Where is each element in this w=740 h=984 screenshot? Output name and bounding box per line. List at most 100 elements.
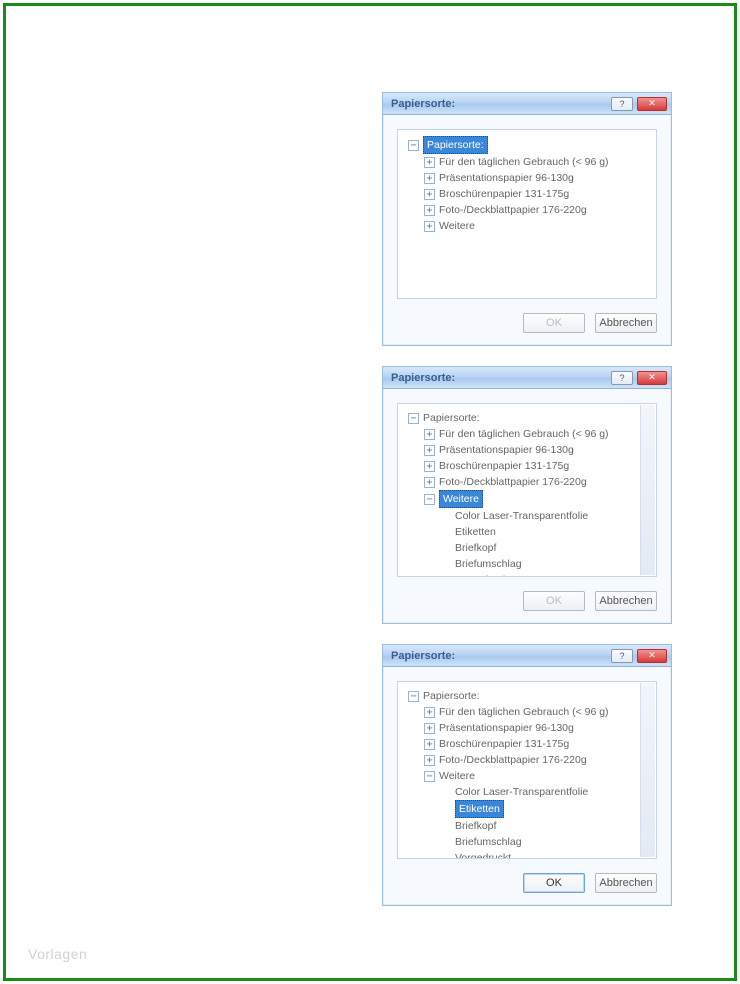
ok-button[interactable]: OK: [523, 591, 585, 611]
tree-node[interactable]: Weitere: [402, 768, 652, 784]
tree-node-label[interactable]: Color Laser-Transparentfolie: [455, 784, 588, 800]
tree-node-label[interactable]: Papiersorte:: [423, 410, 480, 426]
tree-node-label[interactable]: Broschürenpapier 131-175g: [439, 186, 569, 202]
titlebar[interactable]: Papiersorte: ? ✕: [383, 93, 671, 115]
tree-node-label[interactable]: Papiersorte:: [423, 136, 488, 154]
collapse-icon[interactable]: [424, 771, 435, 782]
tree-node[interactable]: Vorgedruckt: [402, 572, 652, 577]
tree-node-label[interactable]: Papiersorte:: [423, 688, 480, 704]
dialog-title: Papiersorte:: [391, 98, 607, 110]
cancel-button[interactable]: Abbrechen: [595, 313, 657, 333]
dialog-title: Papiersorte:: [391, 650, 607, 662]
tree-node[interactable]: Etiketten: [402, 524, 652, 540]
tree-node-label[interactable]: Etiketten: [455, 524, 496, 540]
tree-node[interactable]: Briefumschlag: [402, 834, 652, 850]
expand-icon[interactable]: [424, 205, 435, 216]
expand-icon[interactable]: [424, 173, 435, 184]
titlebar[interactable]: Papiersorte: ? ✕: [383, 367, 671, 389]
tree-node-label[interactable]: Präsentationspapier 96-130g: [439, 170, 574, 186]
collapse-icon[interactable]: [424, 494, 435, 505]
ok-button[interactable]: OK: [523, 313, 585, 333]
tree-node[interactable]: Für den täglichen Gebrauch (< 96 g): [402, 426, 652, 442]
expand-icon[interactable]: [424, 755, 435, 766]
tree-node-label[interactable]: Etiketten: [455, 800, 504, 818]
tree-node-label[interactable]: Foto-/Deckblattpapier 176-220g: [439, 474, 587, 490]
expand-icon[interactable]: [424, 739, 435, 750]
help-button[interactable]: ?: [611, 97, 633, 111]
close-button[interactable]: ✕: [637, 371, 667, 385]
expand-icon[interactable]: [424, 189, 435, 200]
expand-icon[interactable]: [424, 157, 435, 168]
tree-node[interactable]: Broschürenpapier 131-175g: [402, 186, 652, 202]
tree-node[interactable]: Weitere: [402, 218, 652, 234]
collapse-icon[interactable]: [408, 413, 419, 424]
tree-node[interactable]: Weitere: [402, 490, 652, 508]
tree-node[interactable]: Briefumschlag: [402, 556, 652, 572]
tree-node-label[interactable]: Foto-/Deckblattpapier 176-220g: [439, 202, 587, 218]
tree-node-label[interactable]: Für den täglichen Gebrauch (< 96 g): [439, 154, 609, 170]
tree-node-label[interactable]: Briefumschlag: [455, 556, 522, 572]
tree-node[interactable]: Color Laser-Transparentfolie: [402, 508, 652, 524]
tree-node-label[interactable]: Weitere: [439, 218, 475, 234]
tree-node-label[interactable]: Broschürenpapier 131-175g: [439, 736, 569, 752]
tree[interactable]: Papiersorte:Für den täglichen Gebrauch (…: [402, 410, 652, 577]
tree-node-label[interactable]: Vorgedruckt: [455, 572, 511, 577]
tree-node[interactable]: Broschürenpapier 131-175g: [402, 736, 652, 752]
expand-icon[interactable]: [424, 221, 435, 232]
tree-panel: Papiersorte:Für den täglichen Gebrauch (…: [397, 681, 657, 859]
expand-icon[interactable]: [424, 445, 435, 456]
tree-node[interactable]: Papiersorte:: [402, 688, 652, 704]
expand-icon[interactable]: [424, 723, 435, 734]
tree-node-label[interactable]: Weitere: [439, 490, 483, 508]
cancel-button[interactable]: Abbrechen: [595, 591, 657, 611]
expand-icon[interactable]: [424, 707, 435, 718]
tree-node-label[interactable]: Weitere: [439, 768, 475, 784]
expand-icon[interactable]: [424, 477, 435, 488]
tree-node[interactable]: Broschürenpapier 131-175g: [402, 458, 652, 474]
tree-node-label[interactable]: Briefumschlag: [455, 834, 522, 850]
tree-node[interactable]: Briefkopf: [402, 540, 652, 556]
tree-node[interactable]: Etiketten: [402, 800, 652, 818]
tree-node-label[interactable]: Foto-/Deckblattpapier 176-220g: [439, 752, 587, 768]
tree-node[interactable]: Für den täglichen Gebrauch (< 96 g): [402, 704, 652, 720]
collapse-icon[interactable]: [408, 691, 419, 702]
tree[interactable]: Papiersorte:Für den täglichen Gebrauch (…: [402, 136, 652, 234]
ok-button[interactable]: OK: [523, 873, 585, 893]
collapse-icon[interactable]: [408, 140, 419, 151]
titlebar[interactable]: Papiersorte: ? ✕: [383, 645, 671, 667]
tree-node[interactable]: Präsentationspapier 96-130g: [402, 442, 652, 458]
tree-node[interactable]: Präsentationspapier 96-130g: [402, 720, 652, 736]
tree-node[interactable]: Foto-/Deckblattpapier 176-220g: [402, 474, 652, 490]
tree-node[interactable]: Papiersorte:: [402, 136, 652, 154]
tree-node[interactable]: Für den täglichen Gebrauch (< 96 g): [402, 154, 652, 170]
tree-node-label[interactable]: Briefkopf: [455, 818, 496, 834]
tree-node-label[interactable]: Color Laser-Transparentfolie: [455, 508, 588, 524]
tree-node-label[interactable]: Präsentationspapier 96-130g: [439, 720, 574, 736]
tree-node[interactable]: Briefkopf: [402, 818, 652, 834]
help-button[interactable]: ?: [611, 371, 633, 385]
button-row: OK Abbrechen: [383, 305, 671, 345]
cancel-button[interactable]: Abbrechen: [595, 873, 657, 893]
expand-icon[interactable]: [424, 429, 435, 440]
tree-node[interactable]: Foto-/Deckblattpapier 176-220g: [402, 202, 652, 218]
tree-node-label[interactable]: Briefkopf: [455, 540, 496, 556]
tree-node-label[interactable]: Für den täglichen Gebrauch (< 96 g): [439, 704, 609, 720]
tree-node-label[interactable]: Präsentationspapier 96-130g: [439, 442, 574, 458]
help-button[interactable]: ?: [611, 649, 633, 663]
paper-type-dialog: Papiersorte: ? ✕ Papiersorte:Für den täg…: [382, 644, 672, 906]
tree-panel: Papiersorte:Für den täglichen Gebrauch (…: [397, 129, 657, 299]
tree-node[interactable]: Vorgedruckt: [402, 850, 652, 859]
close-button[interactable]: ✕: [637, 649, 667, 663]
tree-node-label[interactable]: Vorgedruckt: [455, 850, 511, 859]
tree-node-label[interactable]: Für den täglichen Gebrauch (< 96 g): [439, 426, 609, 442]
close-button[interactable]: ✕: [637, 97, 667, 111]
tree-node[interactable]: Präsentationspapier 96-130g: [402, 170, 652, 186]
tree-node[interactable]: Color Laser-Transparentfolie: [402, 784, 652, 800]
button-row: OK Abbrechen: [383, 865, 671, 905]
tree-node[interactable]: Foto-/Deckblattpapier 176-220g: [402, 752, 652, 768]
watermark-text: Vorlagen: [28, 946, 87, 962]
expand-icon[interactable]: [424, 461, 435, 472]
tree-node[interactable]: Papiersorte:: [402, 410, 652, 426]
tree-node-label[interactable]: Broschürenpapier 131-175g: [439, 458, 569, 474]
tree[interactable]: Papiersorte:Für den täglichen Gebrauch (…: [402, 688, 652, 859]
